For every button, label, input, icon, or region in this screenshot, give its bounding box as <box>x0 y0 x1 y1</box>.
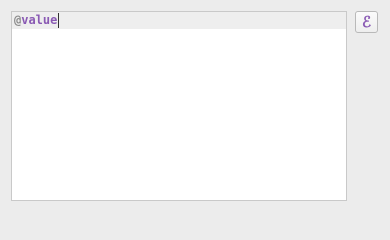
expression-builder-button[interactable]: ℰ <box>355 11 378 33</box>
code-line[interactable]: @value <box>14 13 60 28</box>
expression-epsilon-icon: ℰ <box>361 12 372 31</box>
text-caret <box>58 13 60 28</box>
value-keyword: value <box>21 13 58 27</box>
current-line-highlight <box>12 12 346 29</box>
expression-editor[interactable]: @value <box>11 11 347 201</box>
